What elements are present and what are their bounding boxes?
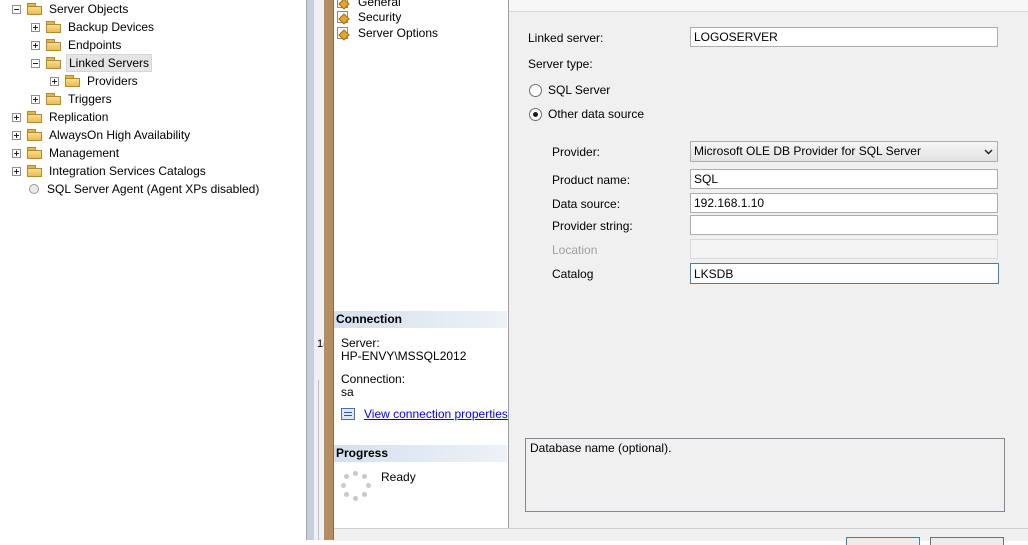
- product-name-input[interactable]: [690, 169, 998, 189]
- dialog-toolbar: [509, 0, 1028, 12]
- page-label: General: [358, 0, 401, 9]
- properties-icon: [341, 407, 357, 421]
- tree-node-management[interactable]: Management: [12, 144, 121, 162]
- tree-node-integration-services[interactable]: Integration Services Catalogs: [12, 162, 208, 180]
- expand-icon[interactable]: [31, 94, 40, 104]
- tree-node-label: Endpoints: [68, 38, 122, 52]
- tree-node-label: Linked Servers: [66, 54, 153, 72]
- folder-icon: [46, 57, 62, 69]
- folder-icon: [27, 3, 43, 15]
- radio-button[interactable]: [529, 83, 542, 97]
- agent-icon: [27, 182, 41, 196]
- page-icon: [336, 0, 350, 9]
- progress-heading: Progress: [334, 445, 507, 462]
- tree-node-label: Backup Devices: [68, 20, 155, 34]
- provider-selected-value: Microsoft OLE DB Provider for SQL Server: [694, 144, 921, 158]
- folder-icon: [27, 129, 43, 141]
- cancel-button[interactable]: [930, 537, 1004, 545]
- catalog-input[interactable]: [690, 263, 999, 284]
- tree-node-label: Server Objects: [49, 2, 129, 16]
- location-label: Location: [552, 243, 598, 257]
- folder-icon: [27, 111, 43, 123]
- tree-node-linked-servers[interactable]: Linked Servers: [31, 54, 153, 72]
- dialog-button-bar: [334, 528, 1028, 545]
- chevron-down-icon: [984, 149, 993, 155]
- view-connection-properties[interactable]: View connection properties: [341, 407, 508, 421]
- tree-node-endpoints[interactable]: Endpoints: [31, 36, 123, 54]
- tree-node-label: Integration Services Catalogs: [49, 164, 206, 178]
- folder-icon: [46, 93, 62, 105]
- catalog-label: Catalog: [552, 267, 594, 281]
- object-explorer-tree: Server Objects Backup Devices Endpoints …: [0, 0, 306, 540]
- tree-node-sql-server-agent[interactable]: SQL Server Agent (Agent XPs disabled): [12, 180, 261, 198]
- page-server-options[interactable]: Server Options: [336, 25, 438, 41]
- radio-button-checked[interactable]: [529, 107, 542, 121]
- description-box: Database name (optional).: [525, 438, 1005, 512]
- tree-node-providers[interactable]: Providers: [50, 72, 140, 90]
- linked-server-label: Linked server:: [528, 31, 604, 45]
- spinner-icon: [341, 471, 371, 501]
- select-page-pane: General Security Server Options Connecti…: [334, 0, 509, 528]
- pane-splitter[interactable]: [306, 0, 314, 540]
- expand-icon[interactable]: [31, 40, 40, 50]
- expand-icon[interactable]: [12, 112, 21, 122]
- tree-node-label: AlwaysOn High Availability: [49, 128, 191, 142]
- other-data-source-option-label: Other data source: [548, 107, 645, 121]
- tree-node-label: Replication: [49, 110, 109, 124]
- connection-value: sa: [341, 385, 354, 399]
- expand-icon[interactable]: [12, 148, 21, 158]
- tree-node-label: Triggers: [68, 92, 112, 106]
- page-icon: [336, 10, 350, 24]
- expand-icon[interactable]: [50, 76, 59, 86]
- other-data-source-radio[interactable]: Other data source: [529, 107, 644, 121]
- provider-label: Provider:: [552, 145, 601, 159]
- page-label: Server Options: [358, 26, 439, 40]
- tree-node-backup-devices[interactable]: Backup Devices: [31, 18, 156, 36]
- view-connection-properties-link[interactable]: View connection properties: [364, 407, 508, 421]
- collapse-icon[interactable]: [31, 58, 40, 68]
- collapse-icon[interactable]: [12, 4, 21, 14]
- page-security[interactable]: Security: [336, 9, 401, 25]
- tree-node-label: Management: [49, 146, 120, 160]
- data-source-label: Data source:: [552, 197, 621, 211]
- tree-node-label: SQL Server Agent (Agent XPs disabled): [47, 182, 260, 196]
- server-value: HP-ENVY\MSSQL2012: [341, 349, 467, 363]
- server-type-label: Server type:: [528, 57, 593, 71]
- description-text: Database name (optional).: [530, 441, 672, 455]
- folder-icon: [46, 39, 62, 51]
- connection-heading: Connection: [334, 311, 507, 328]
- expand-icon[interactable]: [12, 166, 21, 176]
- sql-server-radio[interactable]: SQL Server: [529, 83, 610, 97]
- folder-icon: [46, 21, 62, 33]
- page-label: Security: [358, 10, 402, 24]
- tree-node-replication[interactable]: Replication: [12, 108, 110, 126]
- sql-server-option-label: SQL Server: [548, 83, 611, 97]
- provider-select[interactable]: Microsoft OLE DB Provider for SQL Server: [690, 141, 998, 162]
- provider-string-input[interactable]: [690, 215, 998, 235]
- linked-server-input[interactable]: [690, 27, 998, 47]
- folder-icon: [27, 165, 43, 177]
- product-name-label: Product name:: [552, 173, 631, 187]
- provider-string-label: Provider string:: [552, 219, 633, 233]
- data-source-input[interactable]: [690, 193, 998, 213]
- expand-icon[interactable]: [31, 22, 40, 32]
- dialog-frame: [324, 0, 334, 540]
- tree-node-server-objects[interactable]: Server Objects: [12, 0, 130, 18]
- background-window: 1(: [314, 0, 327, 540]
- folder-icon: [27, 147, 43, 159]
- location-input: [690, 239, 998, 259]
- tree-node-label: Providers: [87, 74, 138, 88]
- page-icon: [336, 26, 350, 40]
- folder-icon: [65, 75, 81, 87]
- progress-status: Ready: [381, 470, 416, 484]
- expand-icon[interactable]: [12, 130, 21, 140]
- tree-node-triggers[interactable]: Triggers: [31, 90, 114, 108]
- tree-node-alwayson[interactable]: AlwaysOn High Availability: [12, 126, 192, 144]
- general-page: Linked server: Server type: SQL Server O…: [509, 0, 1028, 528]
- ok-button[interactable]: [846, 537, 920, 545]
